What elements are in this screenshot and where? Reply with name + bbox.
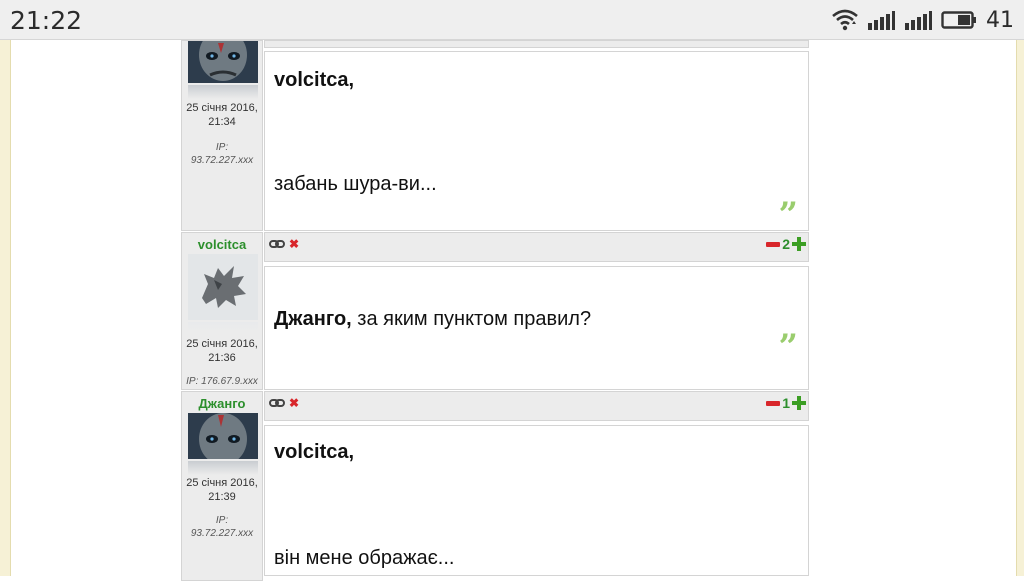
post-toolbar: ✖ 2	[264, 232, 809, 262]
post-date-day: 25 січня 2016,	[186, 102, 258, 114]
post-author[interactable]: volcitca	[182, 237, 262, 252]
battery-level: 41	[986, 7, 1014, 33]
ip-label: IP:	[215, 142, 229, 153]
signal-icon	[868, 11, 895, 30]
post-text-addressee: volcitca,	[274, 441, 354, 464]
signal-icon	[905, 11, 932, 30]
addressee-name[interactable]: volcitca,	[274, 441, 354, 463]
post-text: за яким пунктом правил?	[357, 308, 592, 330]
post-body: Джанго, за яким пунктом правил? ”	[264, 266, 809, 390]
post-author[interactable]: Джанго	[182, 396, 262, 411]
rating-value: 2	[782, 236, 790, 252]
quote-icon[interactable]: ”	[778, 198, 798, 232]
addressee-name[interactable]: volcitca,	[274, 69, 354, 91]
wifi-icon	[832, 9, 858, 31]
status-bar: 21:22 41	[0, 0, 1024, 40]
avatar-image	[188, 413, 258, 459]
ip-value: 93.72.227.xxx	[190, 155, 254, 166]
post-date: 25 січня 2016, 21:39	[182, 476, 262, 504]
post-toolbar	[264, 40, 809, 48]
avatar-image	[188, 41, 258, 83]
ip-label: IP:	[215, 515, 229, 526]
post-date-day: 25 січня 2016,	[186, 477, 258, 489]
post-text-line: Джанго, за яким пунктом правил?	[274, 308, 591, 331]
post-body: volcitca, забань шура-ви... ”	[264, 51, 809, 232]
avatar[interactable]	[188, 41, 258, 83]
post-date-time: 21:36	[208, 352, 236, 364]
plus-icon[interactable]	[792, 237, 806, 251]
post-rating: 1	[766, 395, 806, 411]
page-margin-right	[1016, 40, 1024, 576]
avatar[interactable]	[188, 254, 258, 320]
post-author-panel: volcitca 25 січня 2016, 21:36 IP: 176.67…	[181, 232, 263, 390]
ip-label: IP:	[186, 376, 199, 387]
delete-icon[interactable]: ✖	[289, 237, 299, 251]
minus-icon[interactable]	[766, 241, 781, 247]
post-author-panel: Джанго 25 січня 2016, 21:39 IP: 93.72.22…	[181, 391, 263, 581]
post-date-day: 25 січня 2016,	[186, 338, 258, 350]
ip-value: 93.72.227.xxx	[190, 528, 254, 539]
post-ip: IP: 176.67.9.xxx	[182, 375, 262, 388]
post-text: він мене ображає...	[274, 547, 455, 569]
post-actions: ✖	[269, 396, 299, 410]
link-icon[interactable]	[269, 239, 285, 249]
post-rating: 2	[766, 236, 806, 252]
rating-value: 1	[782, 395, 790, 411]
status-time: 21:22	[10, 6, 83, 35]
post-date: 25 січня 2016, 21:36	[182, 337, 262, 365]
status-icons: 41	[832, 7, 1014, 33]
post-date-time: 21:34	[208, 116, 236, 128]
avatar-reflection	[188, 85, 258, 99]
page-margin-left	[0, 40, 11, 576]
ip-value: 176.67.9.xxx	[201, 376, 258, 387]
avatar-reflection	[188, 322, 258, 332]
post-author-panel: 25 січня 2016, 21:34 IP: 93.72.227.xxx	[181, 40, 263, 231]
plus-icon[interactable]	[792, 396, 806, 410]
post-text: забань шура-ви...	[274, 173, 437, 195]
battery-icon	[941, 11, 976, 29]
minus-icon[interactable]	[766, 400, 781, 406]
post-ip: IP: 93.72.227.xxx	[182, 514, 262, 540]
link-icon[interactable]	[269, 398, 285, 408]
post-date: 25 січня 2016, 21:34	[182, 101, 262, 129]
avatar-reflection	[188, 461, 258, 475]
post-toolbar: ✖ 1	[264, 391, 809, 421]
avatar[interactable]	[188, 413, 258, 459]
addressee-name[interactable]: Джанго,	[274, 308, 352, 330]
quote-icon[interactable]: ”	[778, 330, 798, 364]
delete-icon[interactable]: ✖	[289, 396, 299, 410]
post-text-addressee: volcitca,	[274, 69, 354, 92]
post-actions: ✖	[269, 237, 299, 251]
post-date-time: 21:39	[208, 491, 236, 503]
avatar-image	[188, 254, 258, 320]
post-body: volcitca, він мене ображає...	[264, 425, 809, 576]
post-ip: IP: 93.72.227.xxx	[182, 141, 262, 167]
